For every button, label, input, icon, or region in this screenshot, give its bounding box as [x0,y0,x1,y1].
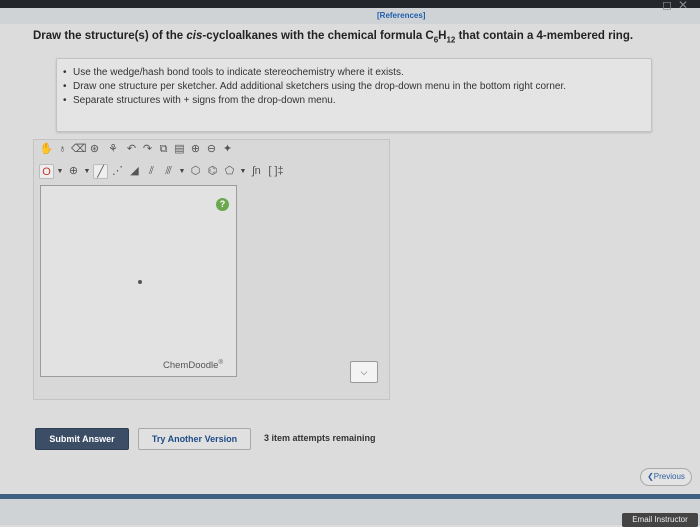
question-italic: cis [186,30,203,42]
cursor-dot [138,280,142,284]
chevron-down-icon[interactable]: ▼ [83,164,91,179]
instruction-item: Separate structures with + signs from th… [63,94,651,108]
single-bond-icon[interactable]: ╱ [93,163,108,179]
instruction-item: Use the wedge/hash bond tools to indicat… [63,66,651,80]
double-bond-icon[interactable]: ⫽ [144,164,159,179]
sketcher-toolbar-bottom: O ▼ ⊕ ▼ ╱ ⋰ ◢ ⫽ ⫻ ▼ ⬡ ⌬ ⬠ ▼ ʃn [ ]‡ [39,162,286,180]
references-link[interactable]: [References] [377,11,425,20]
charge-button[interactable]: ⊕ [66,164,81,179]
zoom-in-icon[interactable]: ⊕ [188,142,203,157]
undo-icon[interactable]: ↶ [124,142,139,157]
sketcher-panel: ✋ ♁ ⌫ ⊛ ⚘ ↶ ↷ ⧉ ▤ ⊕ ⊖ ✦ O ▼ ⊕ ▼ ╱ ⋰ ◢ ⫽ … [33,139,390,400]
chemdoodle-watermark: ChemDoodle® [163,360,223,371]
text-tool-button[interactable]: ʃn [249,164,264,179]
lasso-icon[interactable]: ♁ [55,142,70,157]
question-text: Draw the structure(s) of the cis-cycloal… [33,30,633,44]
add-sketcher-dropdown[interactable]: ⌵ [350,361,378,383]
question-middle: -cycloalkanes with the chemical formula … [202,30,434,42]
eraser-icon[interactable]: ⌫ [71,142,87,157]
ring-select-icon[interactable]: ⊛ [87,142,102,157]
question-suffix: that contain a 4-membered ring. [455,30,634,42]
hash-bond-icon[interactable]: ⋰ [110,164,125,179]
copy-icon[interactable]: ⧉ [156,142,171,157]
chevron-down-icon[interactable]: ▼ [178,164,186,179]
wedge-bond-icon[interactable]: ◢ [127,164,142,179]
instructions-list: Use the wedge/hash bond tools to indicat… [57,59,651,108]
template-icon[interactable]: ⚘ [103,142,123,157]
instruction-item: Draw one structure per sketcher. Add add… [63,80,651,94]
chevron-down-icon[interactable]: ▼ [56,164,64,179]
previous-label: Previous [653,472,685,481]
bracket-tool-button[interactable]: [ ]‡ [266,164,286,179]
chevron-left-icon: ❮ [647,472,654,481]
help-icon[interactable]: ? [216,198,229,211]
triple-bond-icon[interactable]: ⫻ [161,164,176,179]
paste-icon[interactable]: ▤ [172,142,187,157]
hand-icon[interactable]: ✋ [39,142,54,157]
close-icon[interactable]: ✕ [678,0,694,12]
redo-icon[interactable]: ↷ [140,142,155,157]
clean-icon[interactable]: ✦ [220,142,235,157]
attempts-remaining-text: 3 item attempts remaining [264,433,376,443]
registered-mark: ® [218,360,223,366]
top-edge-bar [0,0,700,8]
watermark-text: ChemDoodle [163,360,219,372]
submit-answer-button[interactable]: Submit Answer [35,428,129,450]
chevron-down-icon[interactable]: ▼ [239,164,247,179]
bottom-accent-bar [0,494,700,499]
cyclohexane-icon[interactable]: ⬡ [188,164,203,179]
settings-icon[interactable]: ◻ [662,0,678,12]
benzene-icon[interactable]: ⌬ [205,164,220,179]
atom-label-button[interactable]: O [39,163,54,179]
sketcher-toolbar-top: ✋ ♁ ⌫ ⊛ ⚘ ↶ ↷ ⧉ ▤ ⊕ ⊖ ✦ [39,142,235,160]
try-another-version-button[interactable]: Try Another Version [138,428,251,450]
zoom-out-icon[interactable]: ⊖ [204,142,219,157]
sketcher-canvas[interactable]: ? ChemDoodle® [40,185,237,377]
previous-button[interactable]: ❮Previous [640,468,692,486]
corner-controls: ◻✕ [662,0,694,12]
cyclopentane-icon[interactable]: ⬠ [222,164,237,179]
instructions-box: Use the wedge/hash bond tools to indicat… [56,58,652,132]
question-prefix: Draw the structure(s) of the [33,30,187,42]
